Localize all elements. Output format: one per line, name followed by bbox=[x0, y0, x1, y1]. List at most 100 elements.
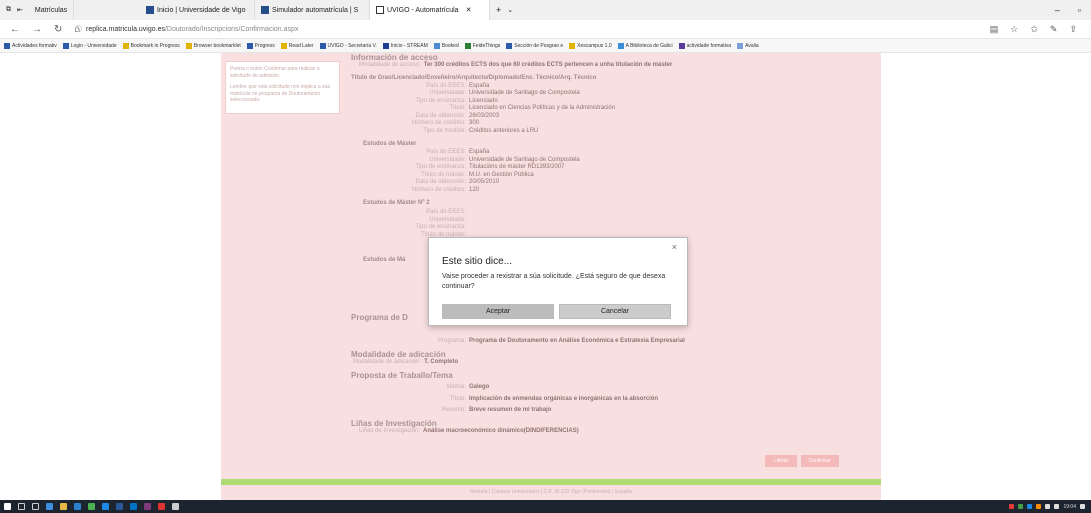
new-tab-button[interactable]: + bbox=[490, 5, 507, 15]
tray-icon[interactable] bbox=[1009, 504, 1015, 509]
tab-uvigo-home-label: Inicio | Universidade de Vigo bbox=[157, 6, 246, 14]
chrome-icon[interactable] bbox=[88, 503, 95, 510]
accept-button[interactable]: Aceptar bbox=[442, 304, 554, 319]
favorite-label: Bookmark in Progress bbox=[130, 42, 180, 49]
favorite-label: Login - Universidade bbox=[70, 42, 117, 49]
bookmark-icon bbox=[4, 42, 10, 49]
favorite-item[interactable]: FeideThings bbox=[464, 42, 501, 49]
url-path: /Doutorado/Inscripcions/Confirmacion.asp… bbox=[164, 25, 299, 33]
tab-simulador[interactable]: Simulador automatrícula | S bbox=[255, 0, 370, 20]
star-icon bbox=[569, 42, 576, 49]
favorite-item[interactable]: Xescampus 1.0 bbox=[569, 42, 612, 49]
browser-titlebar: ⧉ ⇤ Matrículas Inicio | Universidade de … bbox=[0, 0, 1091, 20]
favorite-label: Avalia bbox=[745, 42, 759, 49]
favorite-item[interactable]: Booked bbox=[433, 42, 459, 49]
favorite-item[interactable]: Sección de Posgrao e bbox=[506, 42, 563, 49]
tab-preview-icon[interactable]: ⧉ bbox=[6, 6, 11, 14]
favorite-item[interactable]: Avalia bbox=[737, 42, 759, 49]
close-icon[interactable]: × bbox=[672, 242, 677, 252]
bookmark-icon bbox=[246, 42, 253, 49]
favorite-item[interactable]: Actividades formativ bbox=[4, 42, 57, 49]
store-icon[interactable] bbox=[74, 503, 81, 510]
favorite-label: Xescampus 1.0 bbox=[577, 42, 612, 49]
favorite-label: UVIGO - Secretaría V. bbox=[327, 42, 377, 49]
favorite-label: A Biblioteca de Galici bbox=[625, 42, 673, 49]
url-host: replica.matricula.uvigo.es bbox=[86, 25, 165, 33]
clock[interactable]: 19:04 bbox=[1063, 504, 1076, 510]
favorite-label: Actividades formativ bbox=[12, 42, 57, 49]
library-icon bbox=[617, 42, 624, 49]
refresh-icon[interactable]: ↻ bbox=[54, 24, 62, 35]
favorites-bar: Actividades formativ Login - Universidad… bbox=[0, 39, 1091, 53]
restore-icon[interactable]: ▫ bbox=[1078, 5, 1081, 15]
app-icon[interactable] bbox=[172, 503, 179, 510]
star-icon bbox=[280, 42, 287, 49]
system-tray: 19:04 bbox=[1009, 504, 1091, 510]
favorite-item[interactable]: A Biblioteca de Galici bbox=[617, 42, 673, 49]
page-favicon bbox=[376, 6, 384, 14]
favorite-label: Browser bookmarklet bbox=[193, 42, 241, 49]
minimize-icon[interactable]: – bbox=[1055, 5, 1060, 15]
word-icon[interactable] bbox=[116, 503, 123, 510]
edge-icon[interactable] bbox=[46, 503, 53, 510]
dialog-message: Vaise proceder a rexistrar a súa solicit… bbox=[442, 273, 666, 291]
back-icon[interactable]: ← bbox=[10, 24, 20, 35]
favorite-item[interactable]: Login - Universidade bbox=[62, 42, 117, 49]
tab-back-icon[interactable]: ⇤ bbox=[17, 6, 23, 14]
close-tab-icon[interactable]: ✕ bbox=[466, 6, 472, 14]
windows-start-icon[interactable] bbox=[4, 503, 11, 510]
favorite-label: actividade formativa bbox=[686, 42, 732, 49]
bookmark-icon bbox=[319, 42, 326, 49]
outlook-icon[interactable] bbox=[130, 503, 137, 510]
tab-list-chevron-icon[interactable]: ⌄ bbox=[507, 6, 513, 14]
cancel-button[interactable]: Cancelar bbox=[559, 304, 671, 319]
favorite-item[interactable]: UVIGO - Secretaría V. bbox=[319, 42, 377, 49]
favorites-hub-icon[interactable]: ✩ bbox=[1030, 24, 1038, 35]
windows-taskbar: 19:04 bbox=[0, 500, 1091, 513]
notes-icon[interactable]: ✎ bbox=[1050, 24, 1058, 35]
share-icon[interactable]: ⇪ bbox=[1069, 24, 1077, 35]
favorite-label: Inicio - STREAM bbox=[390, 42, 428, 49]
search-icon[interactable] bbox=[18, 503, 25, 510]
tab-automatricula[interactable]: UVIGO - Automatrícula ✕ bbox=[370, 0, 490, 20]
address-bar: ← → ↻ ⌂ ⓘ replica.matricula.uvigo.es/Dou… bbox=[0, 20, 1091, 39]
favorite-item[interactable]: Bookmark in Progress bbox=[122, 42, 180, 49]
tab-matriculas-label: Matrículas bbox=[34, 6, 68, 14]
star-icon bbox=[122, 42, 129, 49]
activity-icon bbox=[678, 42, 685, 49]
file-explorer-icon[interactable] bbox=[60, 503, 67, 510]
favorite-label: Booked bbox=[441, 42, 459, 49]
uvigo-favicon bbox=[146, 6, 154, 14]
tab-simulador-label: Simulador automatrícula | S bbox=[272, 6, 359, 14]
wifi-icon[interactable] bbox=[1045, 504, 1051, 509]
reading-view-icon[interactable]: ▤ bbox=[990, 24, 999, 35]
url-field[interactable]: ⓘ replica.matricula.uvigo.es/Doutorado/I… bbox=[75, 24, 990, 34]
tray-icon[interactable] bbox=[1036, 504, 1042, 509]
tab-matriculas[interactable]: Matrículas bbox=[29, 0, 75, 20]
dialog-title: Este sitio dice... bbox=[442, 256, 513, 267]
favorite-item[interactable]: Browser bookmarklet bbox=[185, 42, 241, 49]
favorite-item[interactable]: Read Later bbox=[280, 42, 314, 49]
task-view-icon[interactable] bbox=[32, 503, 39, 510]
favorite-item[interactable]: actividade formativa bbox=[678, 42, 732, 49]
favorite-star-icon[interactable]: ☆ bbox=[1010, 24, 1018, 35]
tray-icon[interactable] bbox=[1018, 504, 1024, 509]
bookmark-icon bbox=[506, 42, 513, 49]
mail-icon[interactable] bbox=[102, 503, 109, 510]
tab-uvigo-home[interactable]: Inicio | Universidade de Vigo bbox=[140, 0, 255, 20]
volume-icon[interactable] bbox=[1054, 504, 1060, 509]
favorite-item[interactable]: Inicio - STREAM bbox=[382, 42, 428, 49]
favorite-item[interactable]: Progress bbox=[246, 42, 275, 49]
booked-icon bbox=[433, 42, 440, 49]
notifications-icon[interactable] bbox=[1080, 504, 1085, 509]
feide-icon bbox=[464, 42, 471, 49]
avalia-icon bbox=[737, 42, 744, 49]
app-icon[interactable] bbox=[158, 503, 165, 510]
forward-icon[interactable]: → bbox=[32, 24, 42, 35]
tray-icon[interactable] bbox=[1027, 504, 1033, 509]
confirm-dialog: × Este sitio dice... Vaise proceder a re… bbox=[428, 237, 688, 326]
stream-icon bbox=[382, 42, 389, 49]
tab-actions: ⧉ ⇤ Matrículas bbox=[0, 0, 140, 20]
onenote-icon[interactable] bbox=[144, 503, 151, 510]
favorite-label: FeideThings bbox=[472, 42, 501, 49]
